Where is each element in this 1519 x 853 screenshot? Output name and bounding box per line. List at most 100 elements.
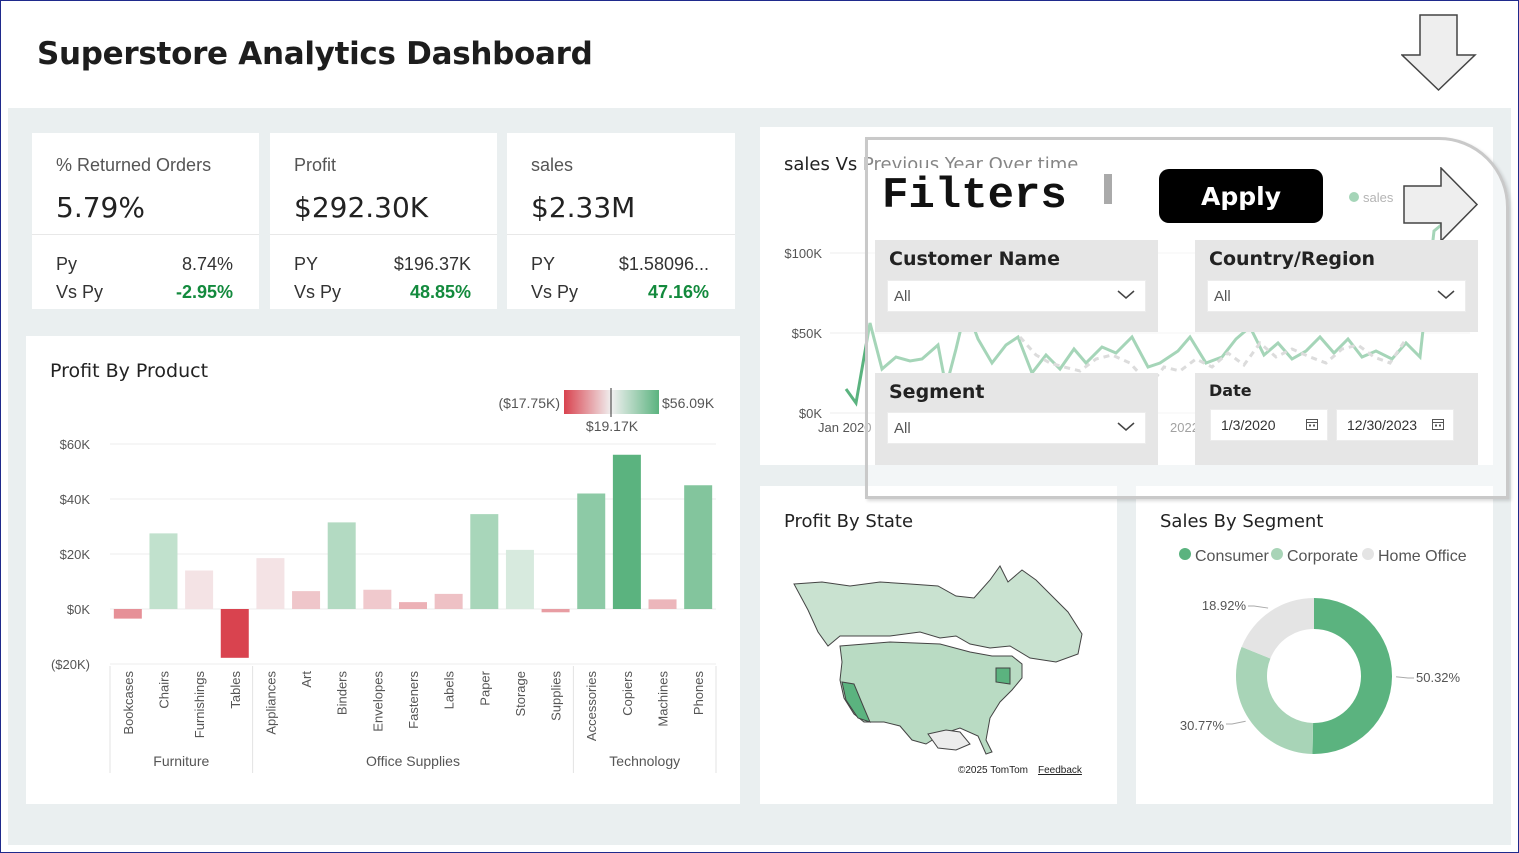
slicer-title: Date bbox=[1209, 381, 1252, 400]
bar[interactable] bbox=[577, 493, 606, 610]
sales-by-segment-panel: Sales By Segment Consumer Corporate Home O… bbox=[1136, 486, 1493, 804]
slicer-title: Segment bbox=[889, 381, 985, 403]
slicer-title: Customer Name bbox=[889, 248, 1060, 270]
legend-label[interactable]: Home Office bbox=[1378, 548, 1467, 565]
bar[interactable] bbox=[648, 599, 677, 609]
divider bbox=[270, 234, 497, 235]
kpi-card-profit: Profit $292.30K PY $196.37K Vs Py 48.85% bbox=[270, 133, 497, 309]
profit-by-product-chart: ($17.75K) $56.09K $19.17K $60K $40K $20K $0… bbox=[51, 388, 717, 773]
map-region-highlight-east bbox=[995, 667, 1011, 685]
chevron-down-icon bbox=[1117, 290, 1135, 299]
x-category-label: Tables bbox=[228, 671, 243, 709]
py-value: $196.37K bbox=[393, 254, 471, 274]
x-category-label: Supplies bbox=[549, 671, 564, 721]
calendar-icon[interactable] bbox=[1305, 417, 1319, 431]
x-category-label: Bookcases bbox=[121, 671, 136, 735]
bar[interactable] bbox=[220, 609, 249, 658]
x-category-label: Chairs bbox=[156, 671, 171, 709]
kpi-title: % Returned Orders bbox=[56, 155, 212, 175]
kpi-vs-row: Vs Py -2.95% bbox=[56, 282, 233, 303]
bar[interactable] bbox=[399, 602, 427, 609]
x-category-label: Labels bbox=[442, 671, 457, 710]
x-category-label: Appliances bbox=[263, 671, 278, 735]
kpi-py-row: PY $1.58096... bbox=[531, 254, 709, 275]
date-start-input[interactable]: 1/3/2020 bbox=[1210, 409, 1328, 441]
divider bbox=[507, 234, 735, 235]
date-slicer: Date 1/3/2020 12/30/2023 bbox=[1195, 373, 1478, 465]
gradient-max-label: $56.09K bbox=[662, 395, 715, 411]
group-label: Office Supplies bbox=[366, 753, 460, 769]
x-category-label: Storage bbox=[513, 671, 528, 717]
bar[interactable] bbox=[505, 549, 534, 609]
arrow-right-icon[interactable] bbox=[1403, 167, 1479, 243]
date-end-input[interactable]: 12/30/2023 bbox=[1336, 409, 1454, 441]
bar[interactable] bbox=[256, 558, 285, 609]
x-category-label: Accessories bbox=[584, 671, 599, 742]
kpi-card-sales: sales $2.33M PY $1.58096... Vs Py 47.16% bbox=[507, 133, 735, 309]
kpi-value: $292.30K bbox=[294, 191, 429, 224]
chevron-down-icon bbox=[1117, 422, 1135, 431]
donut-leader-line bbox=[1248, 605, 1269, 609]
bar[interactable] bbox=[470, 514, 499, 609]
py-value: 8.74% bbox=[181, 254, 233, 274]
y-tick-label: $100K bbox=[784, 246, 822, 261]
group-label: Furniture bbox=[153, 753, 209, 769]
kpi-card-returned: % Returned Orders 5.79% Py 8.74% Vs Py -2.… bbox=[32, 133, 259, 309]
bar[interactable] bbox=[292, 591, 321, 609]
donut-slice[interactable] bbox=[1236, 646, 1314, 754]
bar[interactable] bbox=[434, 593, 463, 609]
kpi-value: $2.33M bbox=[531, 191, 636, 224]
legend-label[interactable]: Consumer bbox=[1195, 548, 1269, 565]
kpi-title: Profit bbox=[294, 155, 337, 175]
dropdown-value: All bbox=[894, 288, 911, 305]
legend-marker bbox=[1179, 548, 1191, 560]
bar[interactable] bbox=[612, 454, 641, 609]
donut-data-label: 50.32% bbox=[1416, 670, 1461, 685]
x-category-label: Paper bbox=[477, 670, 492, 705]
country-region-slicer: Country/Region All bbox=[1195, 240, 1478, 332]
x-category-label: Binders bbox=[335, 671, 350, 716]
country-region-dropdown[interactable]: All bbox=[1207, 280, 1466, 312]
calendar-icon[interactable] bbox=[1431, 417, 1445, 431]
donut-slice[interactable] bbox=[1241, 598, 1314, 659]
group-label: Technology bbox=[609, 753, 680, 769]
slicer-title: Country/Region bbox=[1209, 248, 1376, 270]
x-category-label: Art bbox=[299, 671, 314, 688]
map-feedback-link[interactable]: Feedback bbox=[1038, 765, 1083, 776]
arrow-down-icon[interactable] bbox=[1401, 14, 1477, 92]
customer-name-dropdown[interactable]: All bbox=[887, 280, 1146, 312]
apply-button[interactable]: Apply bbox=[1159, 169, 1323, 223]
vs-label: Vs Py bbox=[531, 282, 579, 302]
gradient-mid-label: $19.17K bbox=[586, 418, 639, 434]
kpi-vs-row: Vs Py 47.16% bbox=[531, 282, 709, 303]
bar[interactable] bbox=[149, 533, 178, 609]
py-value: $1.58096... bbox=[618, 254, 709, 274]
y-tick-label: $40K bbox=[60, 492, 91, 507]
y-tick-label: $60K bbox=[60, 437, 91, 452]
kpi-vs-row: Vs Py 48.85% bbox=[294, 282, 471, 303]
filters-overlay[interactable]: Filters Apply Customer Name All Country/… bbox=[865, 137, 1509, 499]
vs-label: Vs Py bbox=[294, 282, 342, 302]
vs-value: 48.85% bbox=[409, 282, 471, 302]
profit-by-product-panel: Profit By Product ($17.75K) $56.09K $19.… bbox=[26, 336, 740, 804]
segment-slicer: Segment All bbox=[875, 373, 1158, 465]
dropdown-value: All bbox=[1214, 288, 1231, 305]
segment-dropdown[interactable]: All bbox=[887, 412, 1146, 444]
legend-label[interactable]: Corporate bbox=[1287, 548, 1358, 565]
x-category-label: Furnishings bbox=[192, 671, 207, 739]
donut-slice[interactable] bbox=[1312, 598, 1392, 754]
bar[interactable] bbox=[185, 570, 214, 610]
legend-marker bbox=[1271, 548, 1283, 560]
bar[interactable] bbox=[363, 589, 392, 609]
y-tick-label: $0K bbox=[67, 602, 90, 617]
bar[interactable] bbox=[541, 609, 570, 613]
y-tick-label: $0K bbox=[799, 406, 822, 421]
bar[interactable] bbox=[113, 609, 142, 619]
donut-data-label: 30.77% bbox=[1180, 718, 1225, 733]
bar[interactable] bbox=[684, 485, 713, 609]
filters-title: Filters bbox=[878, 168, 1122, 224]
bar[interactable] bbox=[327, 522, 356, 609]
donut-data-label: 18.92% bbox=[1202, 598, 1247, 613]
kpi-py-row: PY $196.37K bbox=[294, 254, 471, 275]
map-attribution: ©2025 TomTom bbox=[958, 765, 1028, 776]
